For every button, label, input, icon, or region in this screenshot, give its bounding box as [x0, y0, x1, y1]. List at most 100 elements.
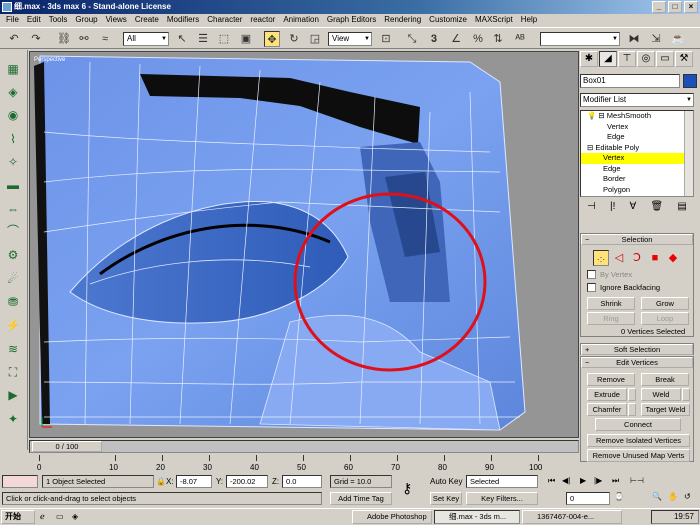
border-mode-icon[interactable]: Ↄ — [629, 250, 645, 266]
zoom-icon[interactable]: 🔍 — [652, 492, 662, 501]
hinge-icon[interactable]: ⌒ — [4, 222, 22, 240]
snap-toggle-icon[interactable]: 𝟑 — [426, 31, 442, 47]
time-config-icon[interactable]: ⌚ — [614, 492, 624, 501]
link-icon[interactable]: ⛓ — [56, 31, 72, 47]
ignore-backfacing-checkbox[interactable] — [587, 283, 596, 292]
loop-button[interactable]: Loop — [641, 312, 689, 325]
fracture-icon[interactable]: ⚡ — [4, 316, 22, 334]
arc-rotate-icon[interactable]: ↺ — [684, 492, 691, 501]
stack-item-edge[interactable]: Edge — [581, 164, 693, 175]
stack-item-border[interactable]: Border — [581, 174, 693, 185]
stack-item-meshsmooth-edge[interactable]: Edge — [581, 132, 693, 143]
edge-mode-icon[interactable]: ◁ — [611, 250, 627, 266]
quicklaunch-app-icon[interactable]: ◈ — [72, 512, 78, 521]
extrude-button[interactable]: Extrude — [587, 388, 627, 401]
wind-icon[interactable]: ☄ — [4, 270, 22, 288]
align-icon[interactable]: ⇲ — [648, 31, 664, 47]
unlink-icon[interactable]: ⚯ — [76, 31, 92, 47]
menu-modifiers[interactable]: Modifiers — [163, 14, 203, 26]
preview-icon[interactable]: ▶ — [4, 386, 22, 404]
dashpot-icon[interactable]: ⇔ — [4, 200, 22, 218]
bind-space-warp-icon[interactable]: ≈ — [97, 31, 113, 47]
select-and-move-icon[interactable]: ✥ — [264, 31, 280, 47]
pivot-center-icon[interactable]: ⊡ — [378, 31, 394, 47]
stack-item-editable-poly[interactable]: ⊟ Editable Poly — [581, 143, 693, 154]
window-crossing-icon[interactable]: ▣ — [238, 31, 254, 47]
rectangular-selection-icon[interactable]: ⬚ — [216, 31, 232, 47]
stack-item-meshsmooth[interactable]: 💡 ⊟ MeshSmooth — [581, 111, 693, 122]
break-button[interactable]: Break — [641, 373, 689, 386]
named-selection-sets-dropdown[interactable] — [540, 32, 620, 46]
task-image-viewer[interactable]: 1367467-004-e... — [522, 510, 622, 524]
mirror-tool-icon[interactable]: ⧓ — [626, 31, 642, 47]
render-icon[interactable]: ☕ — [670, 31, 686, 47]
pan-icon[interactable]: ✋ — [668, 492, 678, 501]
menu-help[interactable]: Help — [517, 14, 541, 26]
current-frame-field[interactable]: 0 — [566, 492, 610, 505]
soft-selection-header[interactable]: + Soft Selection — [581, 344, 693, 355]
vertex-mode-icon[interactable]: ·:· — [593, 250, 609, 266]
remove-button[interactable]: Remove — [587, 373, 635, 386]
track-bar[interactable]: 0 10 20 30 40 50 60 70 80 90 100 — [29, 455, 579, 473]
set-key-button[interactable]: Set Key — [430, 492, 462, 505]
menu-tools[interactable]: Tools — [45, 14, 72, 26]
rope-icon[interactable]: ⌇ — [4, 130, 22, 148]
time-slider[interactable]: 0 / 100 — [29, 440, 579, 453]
weld-button[interactable]: Weld — [641, 388, 681, 401]
hierarchy-tab-icon[interactable]: ⊤ — [618, 51, 636, 67]
auto-key-dropdown[interactable]: Selected — [466, 475, 538, 488]
y-coord-field[interactable]: -200.02 — [226, 475, 268, 488]
menu-customize[interactable]: Customize — [425, 14, 471, 26]
edit-named-selection-icon[interactable]: ᴬᴮ — [512, 31, 528, 47]
undo-icon[interactable]: ↶ — [6, 31, 22, 47]
select-by-name-icon[interactable]: ☰ — [195, 31, 211, 47]
chamfer-button[interactable]: Chamfer — [587, 403, 627, 416]
percent-snap-icon[interactable]: % — [470, 31, 486, 47]
key-mode-icon[interactable]: ⚷ — [402, 480, 412, 497]
maxscript-listener[interactable] — [2, 475, 38, 488]
key-filters-button[interactable]: Key Filters... — [466, 492, 538, 505]
goto-end-icon[interactable]: ⏭ — [612, 476, 619, 486]
make-unique-icon[interactable]: ∀ — [630, 201, 637, 217]
stack-item-meshsmooth-vertex[interactable]: Vertex — [581, 122, 693, 133]
perspective-viewport[interactable]: Perspective — [29, 51, 579, 438]
cloth-icon[interactable]: ◈ — [4, 83, 22, 101]
menu-rendering[interactable]: Rendering — [380, 14, 425, 26]
z-coord-field[interactable]: 0.0 — [282, 475, 322, 488]
toy-car-icon[interactable]: ⛃ — [4, 293, 22, 311]
target-weld-button[interactable]: Target Weld — [641, 403, 690, 416]
analyze-icon[interactable]: ✦ — [4, 410, 22, 428]
modifier-list-dropdown[interactable]: Modifier List — [580, 93, 694, 107]
display-tab-icon[interactable]: ▭ — [656, 51, 674, 67]
grow-button[interactable]: Grow — [641, 297, 689, 310]
menu-file[interactable]: File — [2, 14, 23, 26]
weld-settings-button[interactable] — [682, 388, 690, 401]
connect-button[interactable]: Connect — [595, 418, 681, 431]
create-tab-icon[interactable]: ✱ — [580, 51, 598, 67]
chamfer-settings-button[interactable] — [628, 403, 636, 416]
by-vertex-checkbox[interactable] — [587, 270, 596, 279]
motion-tab-icon[interactable]: ◎ — [637, 51, 655, 67]
menu-create[interactable]: Create — [131, 14, 163, 26]
quicklaunch-ie-icon[interactable]: ℯ — [40, 512, 45, 521]
maximize-button[interactable]: □ — [668, 1, 682, 13]
menu-maxscript[interactable]: MAXScript — [471, 14, 517, 26]
polygon-mode-icon[interactable]: ■ — [647, 250, 663, 266]
show-end-result-icon[interactable]: |! — [610, 201, 615, 217]
start-button[interactable]: 开始 — [1, 510, 35, 524]
menu-group[interactable]: Group — [71, 14, 101, 26]
ring-button[interactable]: Ring — [587, 312, 635, 325]
selection-filter-dropdown[interactable]: All — [123, 32, 169, 46]
spinner-snap-icon[interactable]: ⇅ — [490, 31, 506, 47]
remove-modifier-icon[interactable]: 🗑 — [651, 201, 664, 217]
goto-start-icon[interactable]: ⏮ — [548, 476, 555, 486]
viewport-label[interactable]: Perspective — [34, 57, 65, 63]
quicklaunch-desktop-icon[interactable]: ▭ — [56, 512, 64, 521]
stack-item-vertex-selected[interactable]: Vertex — [581, 153, 693, 164]
select-object-icon[interactable]: ↖ — [174, 31, 190, 47]
angle-snap-icon[interactable]: ∠ — [448, 31, 464, 47]
minimize-button[interactable]: _ — [652, 1, 666, 13]
select-and-scale-icon[interactable]: ◲ — [307, 31, 323, 47]
play-icon[interactable]: ▶ — [580, 476, 586, 485]
edit-vertices-header[interactable]: − Edit Vertices — [581, 357, 693, 368]
